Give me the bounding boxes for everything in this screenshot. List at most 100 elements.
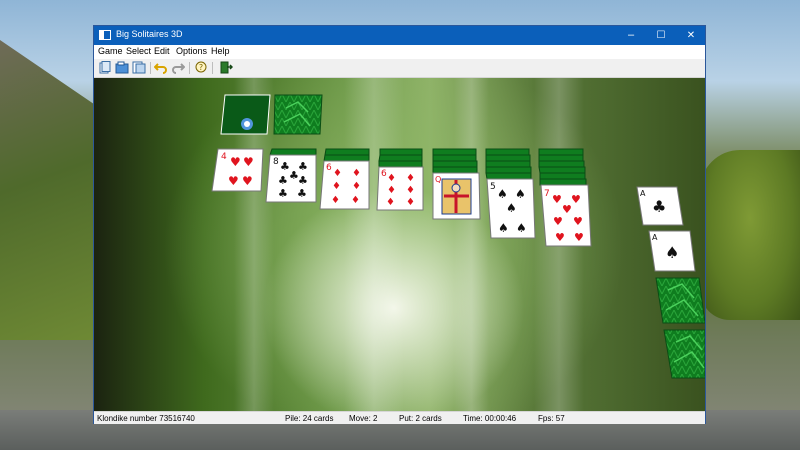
toolbar: ? (94, 59, 705, 78)
card-back (269, 148, 317, 156)
card-back (538, 160, 585, 168)
card-rank: 8 (273, 157, 279, 167)
exit-icon[interactable] (219, 61, 234, 74)
card-suit: ♥ (552, 193, 562, 206)
card-back (539, 172, 586, 180)
svg-text:?: ? (199, 63, 203, 72)
status-fps: Fps: 57 (538, 414, 565, 423)
card-suit: ♣ (652, 197, 666, 216)
card-layer: 4 ♥ ♥ ♥ ♥ 8 ♣ ♣ ♣ ♣ ♣ ♣ ♣ 6 ♦ ♦ ♦ ♦ ♦ ♦ … (211, 94, 705, 379)
open-icon[interactable] (115, 61, 129, 74)
card-suit: ♣ (298, 160, 308, 173)
card-suit: ♦ (387, 185, 396, 196)
stock-pile[interactable] (220, 94, 271, 135)
card-rank: 5 (490, 182, 496, 192)
card-suit: ♦ (406, 197, 415, 208)
game-board[interactable]: 4 ♥ ♥ ♥ ♥ 8 ♣ ♣ ♣ ♣ ♣ ♣ ♣ 6 ♦ ♦ ♦ ♦ ♦ ♦ … (94, 78, 705, 411)
card-suit: ♠ (498, 221, 509, 235)
card-back (485, 172, 532, 180)
toolbar-separator (212, 62, 213, 74)
card-suit: ♦ (331, 195, 340, 206)
card-back (538, 154, 584, 162)
recycle-icon-center (244, 121, 250, 127)
menu-select[interactable]: Select (126, 46, 151, 56)
card-suit: ♦ (406, 185, 415, 196)
menu-edit[interactable]: Edit (154, 46, 170, 56)
status-move: Move: 2 (349, 414, 378, 423)
card-suit: ♦ (352, 168, 361, 179)
card-suit: ♠ (497, 187, 508, 201)
card-back (378, 154, 423, 162)
card-back (432, 148, 477, 156)
waste-pile[interactable] (273, 94, 323, 135)
card-suit: ♦ (351, 195, 360, 206)
card-suit: ♣ (297, 187, 307, 200)
hint-icon[interactable]: ? (194, 61, 208, 74)
app-icon (99, 30, 111, 40)
card-suit: ♥ (571, 193, 581, 206)
save-icon[interactable] (132, 61, 146, 74)
card-suit: ♦ (386, 197, 395, 208)
maximize-button[interactable]: ☐ (646, 26, 676, 45)
card-suit: ♦ (332, 181, 341, 192)
toolbar-separator (189, 62, 190, 74)
mossy-rock-right (700, 150, 800, 320)
window-title: Big Solitaires 3D (116, 29, 183, 39)
card-suit: ♣ (278, 187, 288, 200)
card-rank: A (640, 189, 646, 198)
card-rank: A (652, 233, 658, 242)
card-suit: ♣ (278, 174, 288, 187)
card-rank: 6 (326, 163, 332, 173)
card-suit: ♥ (242, 174, 253, 188)
card-back (379, 148, 423, 156)
undo-icon[interactable] (153, 61, 168, 74)
card-back (378, 160, 423, 168)
foundation-2[interactable]: A ♠ (648, 230, 696, 272)
status-put: Put: 2 cards (399, 414, 442, 423)
menu-bar: Game Select Edit Options Help (94, 45, 705, 59)
card-suit: ♦ (406, 173, 415, 184)
status-time: Time: 00:00:46 (463, 414, 517, 423)
card-suit: ♣ (298, 174, 308, 187)
tableau-pile-4[interactable]: 6 ♦ ♦ ♦ ♦ ♦ ♦ (376, 148, 424, 211)
card-suit: ♦ (333, 168, 342, 179)
status-pile: Pile: 24 cards (285, 414, 334, 423)
card-suit: ♦ (387, 173, 396, 184)
minimize-button[interactable]: – (616, 26, 646, 45)
tableau-pile-3[interactable]: 6 ♦ ♦ ♦ ♦ ♦ ♦ (319, 148, 370, 210)
foundation-1[interactable]: A ♣ (636, 186, 684, 226)
card-back (324, 148, 370, 156)
card-back (485, 166, 532, 174)
new-game-icon[interactable] (98, 61, 112, 74)
card-suit: ♠ (516, 221, 527, 235)
card-back (432, 166, 478, 174)
card-suit: ♥ (243, 155, 254, 169)
card-suit: ♥ (574, 231, 584, 244)
menu-help[interactable]: Help (211, 46, 230, 56)
redo-icon[interactable] (171, 61, 186, 74)
foundation-4[interactable] (663, 329, 705, 379)
card-back (538, 148, 584, 156)
card-rank: 4 (221, 152, 227, 162)
tableau-pile-5[interactable]: Q (432, 148, 481, 220)
card-rank: 7 (544, 189, 550, 199)
tableau-pile-2[interactable]: 8 ♣ ♣ ♣ ♣ ♣ ♣ ♣ (265, 148, 317, 203)
card-back (538, 166, 586, 174)
close-button[interactable]: ✕ (676, 26, 706, 45)
card-back (323, 154, 370, 162)
card-back (485, 160, 531, 168)
card-suit: ♥ (553, 215, 563, 228)
menu-options[interactable]: Options (176, 46, 207, 56)
card-suit: ♠ (665, 243, 679, 262)
app-window: Big Solitaires 3D – ☐ ✕ Game Select Edit… (93, 25, 706, 424)
tableau-pile-6[interactable]: 5 ♠ ♠ ♠ ♠ ♠ (485, 148, 536, 239)
foundation-3[interactable] (655, 277, 705, 324)
queen-face (451, 183, 461, 193)
tableau-pile-1[interactable]: 4 ♥ ♥ ♥ ♥ (211, 148, 264, 192)
tableau-pile-7[interactable]: 7 ♥ ♥ ♥ ♥ ♥ ♥ ♥ (538, 148, 592, 247)
menu-game[interactable]: Game (98, 46, 123, 56)
title-bar[interactable]: Big Solitaires 3D – ☐ ✕ (94, 26, 705, 45)
card-suit: ♠ (515, 187, 526, 201)
toolbar-separator (150, 62, 151, 74)
card-suit: ♥ (573, 215, 583, 228)
